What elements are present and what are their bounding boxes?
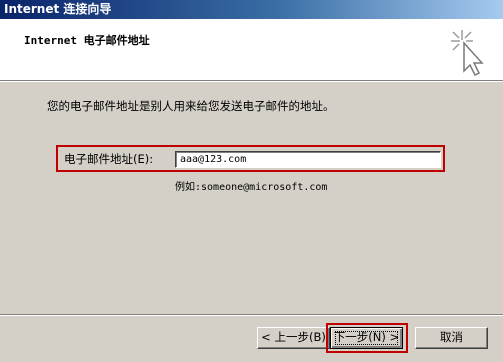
email-example: 例如:someone@microsoft.com xyxy=(175,182,328,193)
intro-text: 您的电子邮件地址是别人用来给您发送电子邮件的地址。 xyxy=(47,99,335,113)
back-button[interactable]: < 上一步(B) xyxy=(257,327,330,349)
cancel-button[interactable]: 取消 xyxy=(415,327,488,349)
next-button-label: 下一步(N) > xyxy=(333,330,400,344)
button-divider xyxy=(0,314,503,316)
email-input[interactable] xyxy=(175,151,441,168)
back-button-label: < 上一步(B) xyxy=(261,330,326,344)
page-title: Internet 电子邮件地址 xyxy=(24,34,150,47)
header-divider xyxy=(0,81,503,82)
email-label: 电子邮件地址(E): xyxy=(64,152,154,166)
window-title: Internet 连接向导 xyxy=(4,2,112,16)
wizard-header: Internet 电子邮件地址 xyxy=(0,19,503,81)
window-titlebar: Internet 连接向导 xyxy=(0,0,503,19)
cancel-button-label: 取消 xyxy=(440,330,463,344)
wizard-cursor-icon xyxy=(451,30,484,77)
next-button[interactable]: 下一步(N) > xyxy=(330,327,403,349)
